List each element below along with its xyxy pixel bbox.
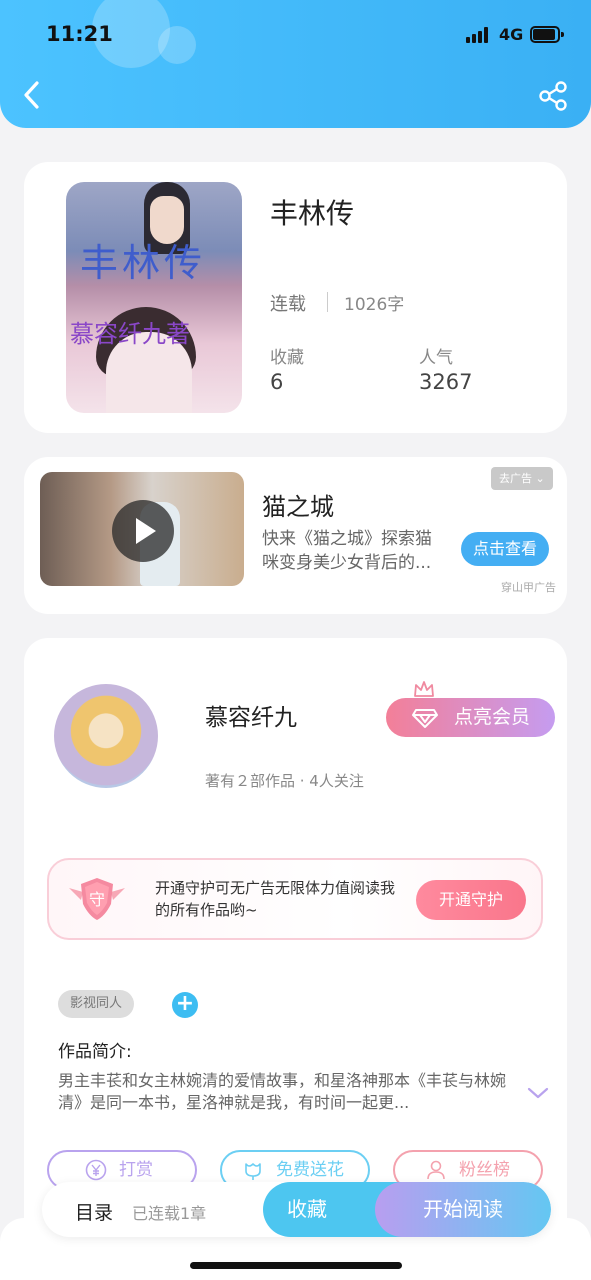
play-icon[interactable]: [112, 500, 174, 562]
ad-cta-button[interactable]: 点击查看: [461, 532, 549, 566]
fan-ranking-label: 粉丝榜: [459, 1160, 510, 1180]
favorites-label: 收藏: [270, 348, 304, 368]
author-avatar[interactable]: [54, 684, 158, 788]
open-guard-button[interactable]: 开通守护: [416, 880, 526, 920]
network-label: 4G: [499, 25, 524, 44]
crown-icon: [414, 681, 434, 697]
intro-label: 作品简介:: [58, 1042, 132, 1062]
tip-button-label: 打赏: [119, 1160, 153, 1180]
guard-text: 开通守护可无广告无限体力值阅读我的所有作品哟~: [155, 879, 396, 919]
chapter-count: 已连载1章: [132, 1204, 207, 1223]
ad-description: 快来《猫之城》探索猫咪变身美少女背后的...: [262, 529, 432, 573]
author-meta: 著有２部作品 · 4人关注: [205, 772, 364, 790]
ad-video-thumbnail[interactable]: [40, 472, 244, 586]
vip-button[interactable]: 点亮会员: [386, 698, 555, 737]
ad-title: 猫之城: [262, 493, 334, 521]
book-info-card: 丰林传 慕容纤九著 丰林传 连载 1026字 收藏 6 人气 3267: [24, 162, 567, 433]
bottom-action-bar: 目录 已连载1章 收藏 开始阅读: [42, 1182, 551, 1237]
home-indicator: [190, 1262, 402, 1269]
book-title: 丰林传: [270, 197, 355, 230]
start-reading-button[interactable]: 开始阅读: [375, 1182, 551, 1237]
send-flower-label: 免费送花: [276, 1160, 344, 1180]
flower-icon: [245, 1163, 261, 1180]
yen-icon: [85, 1159, 107, 1181]
guard-banner[interactable]: 守 开通守护可无广告无限体力值阅读我的所有作品哟~ 开通守护: [47, 858, 543, 940]
word-count: 1026字: [344, 295, 405, 315]
battery-icon: [530, 26, 564, 43]
share-icon[interactable]: [537, 80, 569, 112]
genre-tag[interactable]: 影视同人: [58, 990, 135, 1018]
cover-title: 丰林传: [80, 241, 207, 285]
ad-source: 穿山甲广告: [501, 581, 556, 594]
guard-badge-char: 守: [89, 890, 105, 909]
popularity-label: 人气: [419, 348, 453, 368]
popularity-value: 3267: [419, 370, 473, 394]
book-status: 连载: [270, 294, 306, 315]
header: 11:21 4G: [0, 0, 591, 128]
author-name[interactable]: 慕容纤九: [205, 698, 297, 732]
decor-bubble: [158, 26, 196, 64]
signal-icon: [466, 27, 492, 43]
back-icon[interactable]: [18, 80, 48, 110]
add-tag-button[interactable]: +: [172, 992, 198, 1018]
book-cover[interactable]: 丰林传 慕容纤九著: [66, 182, 242, 413]
diamond-icon: [412, 709, 438, 728]
status-time: 11:21: [46, 22, 113, 46]
user-icon: [427, 1160, 445, 1180]
toc-button[interactable]: 目录: [75, 1198, 113, 1225]
ad-card[interactable]: 猫之城 快来《猫之城》探索猫咪变身美少女背后的... 去广告 ⌄ 点击查看 穿山…: [24, 457, 567, 614]
vip-button-label: 点亮会员: [454, 706, 531, 728]
shield-icon: 守: [69, 878, 125, 920]
chevron-down-icon[interactable]: [527, 1086, 549, 1100]
favorites-value: 6: [270, 370, 284, 394]
cover-subtitle: 慕容纤九著: [70, 320, 190, 348]
remove-ad-button[interactable]: 去广告 ⌄: [491, 467, 553, 490]
intro-text: 男主丰苌和女主林婉清的爱情故事，和星洛神那本《丰苌与林婉清》是同一本书，星洛神就…: [58, 1071, 507, 1112]
divider: [327, 292, 328, 312]
